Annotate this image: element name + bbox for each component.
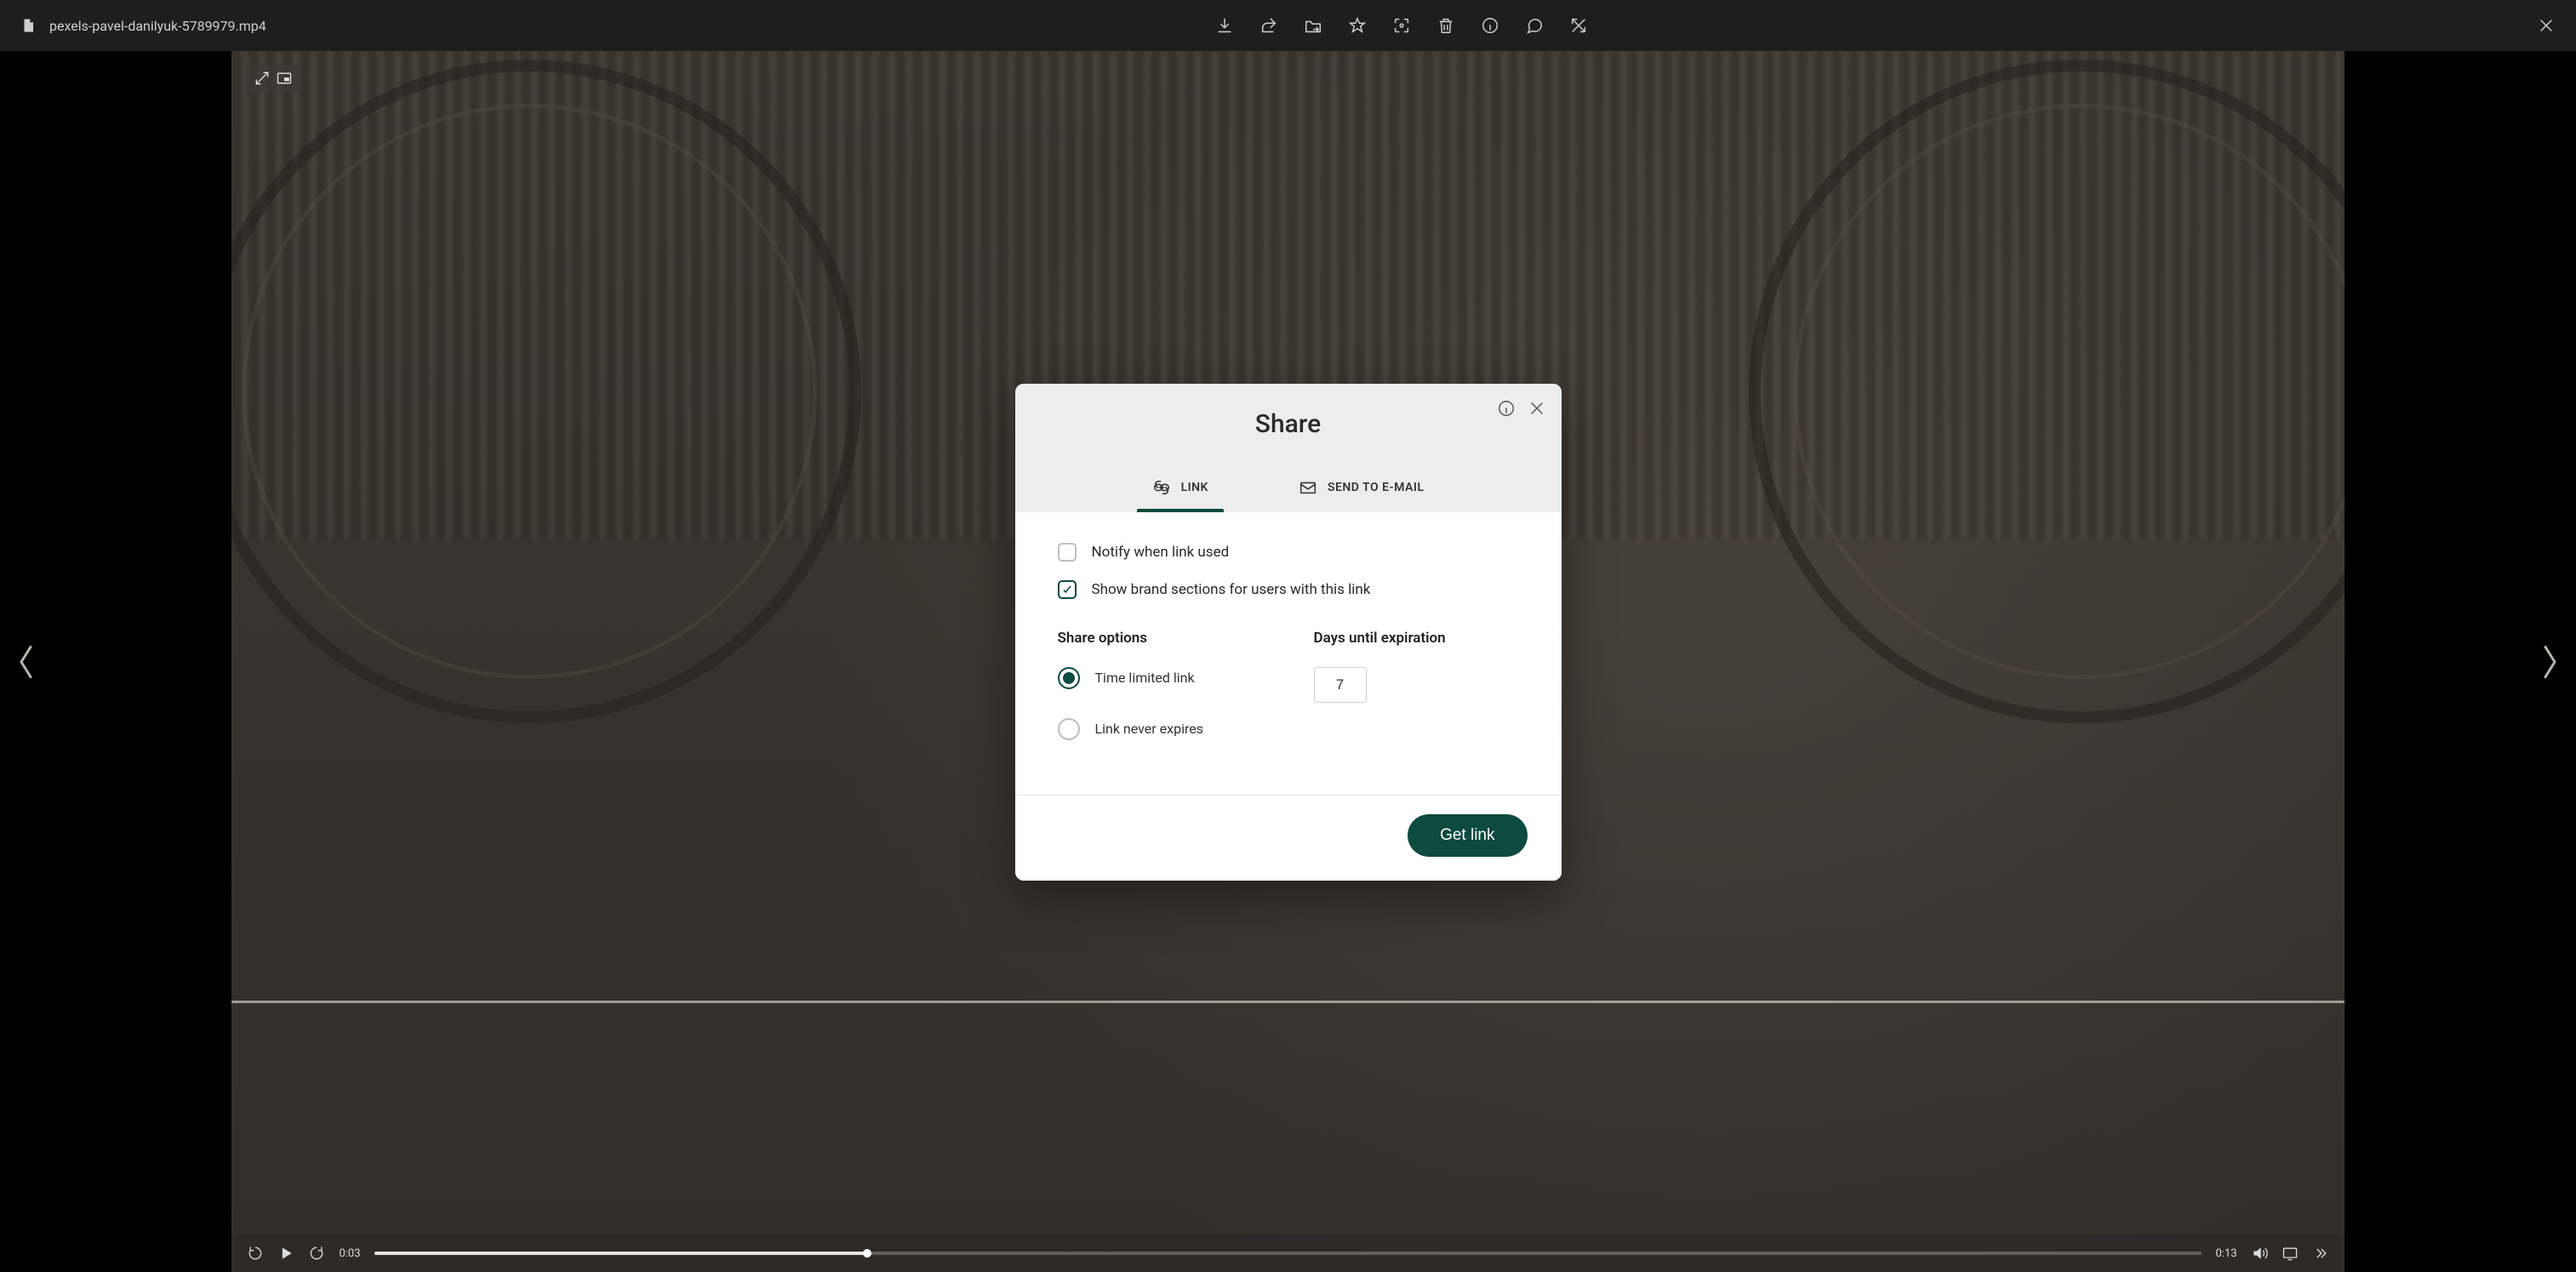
radio-never-label: Link never expires: [1095, 721, 1203, 737]
checkbox-brand-row[interactable]: Show brand sections for users with this …: [1058, 579, 1519, 598]
topbar-actions: [1215, 16, 1588, 35]
comment-icon[interactable]: [1525, 16, 1544, 35]
more-icon[interactable]: [2312, 1245, 2329, 1262]
cast-icon[interactable]: [2282, 1245, 2299, 1262]
modal-footer: Get link: [1015, 794, 1562, 880]
envelope-icon: [1299, 477, 1317, 496]
modal-body: Notify when link used Show brand section…: [1015, 511, 1562, 794]
crop-icon[interactable]: [1392, 16, 1411, 35]
pip-icon[interactable]: [276, 70, 293, 87]
next-button[interactable]: [2532, 636, 2566, 687]
radio-never-row[interactable]: Link never expires: [1058, 717, 1263, 739]
checkbox-notify-label: Notify when link used: [1092, 543, 1230, 560]
get-link-button[interactable]: Get link: [1408, 813, 1527, 856]
forward10-icon[interactable]: [308, 1245, 325, 1262]
expand-icon[interactable]: [1569, 16, 1588, 35]
share-options-title: Share options: [1058, 629, 1263, 646]
modal-tabs: LINK SEND TO E-MAIL: [1036, 465, 1541, 511]
checkbox-brand-label: Show brand sections for users with this …: [1092, 580, 1371, 597]
close-viewer-icon[interactable]: [2537, 16, 2556, 35]
checkbox-notify[interactable]: [1058, 542, 1077, 561]
options-row: Share options Time limited link Link nev…: [1058, 629, 1519, 768]
stage: 0:03 0:13 Share: [0, 51, 2576, 1272]
expiration-label: Days until expiration: [1314, 629, 1519, 646]
current-time: 0:03: [339, 1247, 360, 1260]
expand-diagonal-icon[interactable]: [254, 70, 271, 87]
file-icon: [20, 16, 36, 35]
radio-timelimited-row[interactable]: Time limited link: [1058, 666, 1263, 688]
delete-icon[interactable]: [1437, 16, 1455, 35]
play-icon[interactable]: [277, 1245, 294, 1262]
topbar: pexels-pavel-danilyuk-5789979.mp4: [0, 0, 2576, 51]
modal-info-icon[interactable]: [1497, 398, 1516, 417]
modal-close-icon[interactable]: [1528, 398, 1546, 417]
checkbox-brand[interactable]: [1058, 579, 1077, 598]
share-icon[interactable]: [1259, 16, 1278, 35]
info-icon[interactable]: [1481, 16, 1499, 35]
rewind10-icon[interactable]: [247, 1245, 264, 1262]
duration: 0:13: [2215, 1247, 2236, 1260]
player-bar: 0:03 0:13: [231, 1235, 2344, 1272]
favorite-icon[interactable]: [1348, 16, 1367, 35]
modal-header: Share LINK SEND TO E-MAIL: [1015, 383, 1562, 511]
download-icon[interactable]: [1215, 16, 1234, 35]
overlay-controls: [245, 65, 301, 92]
ground-line: [231, 1001, 2344, 1003]
radio-never[interactable]: [1058, 717, 1080, 739]
progress-knob[interactable]: [863, 1249, 871, 1258]
share-options-col: Share options Time limited link Link nev…: [1058, 629, 1263, 768]
progress-fill: [374, 1252, 868, 1255]
tab-email[interactable]: SEND TO E-MAIL: [1292, 465, 1431, 511]
modal-title: Share: [1036, 408, 1541, 438]
link-icon: [1152, 477, 1171, 496]
bike-wheel-left: [231, 60, 861, 723]
prev-button[interactable]: [10, 636, 44, 687]
radio-timelimited[interactable]: [1058, 666, 1080, 688]
tab-link-label: LINK: [1181, 480, 1208, 493]
topbar-left: pexels-pavel-danilyuk-5789979.mp4: [20, 16, 266, 35]
tab-email-label: SEND TO E-MAIL: [1328, 480, 1425, 493]
share-modal: Share LINK SEND TO E-MAIL Notify when li…: [1015, 383, 1562, 880]
volume-icon[interactable]: [2251, 1245, 2268, 1262]
expiration-input[interactable]: [1314, 666, 1367, 702]
radio-timelimited-label: Time limited link: [1095, 670, 1195, 686]
expiration-col: Days until expiration: [1314, 629, 1519, 768]
progress-bar[interactable]: [374, 1252, 2202, 1255]
checkbox-notify-row[interactable]: Notify when link used: [1058, 542, 1519, 561]
tab-link[interactable]: LINK: [1145, 465, 1215, 511]
filename: pexels-pavel-danilyuk-5789979.mp4: [49, 18, 266, 34]
move-icon[interactable]: [1304, 16, 1322, 35]
